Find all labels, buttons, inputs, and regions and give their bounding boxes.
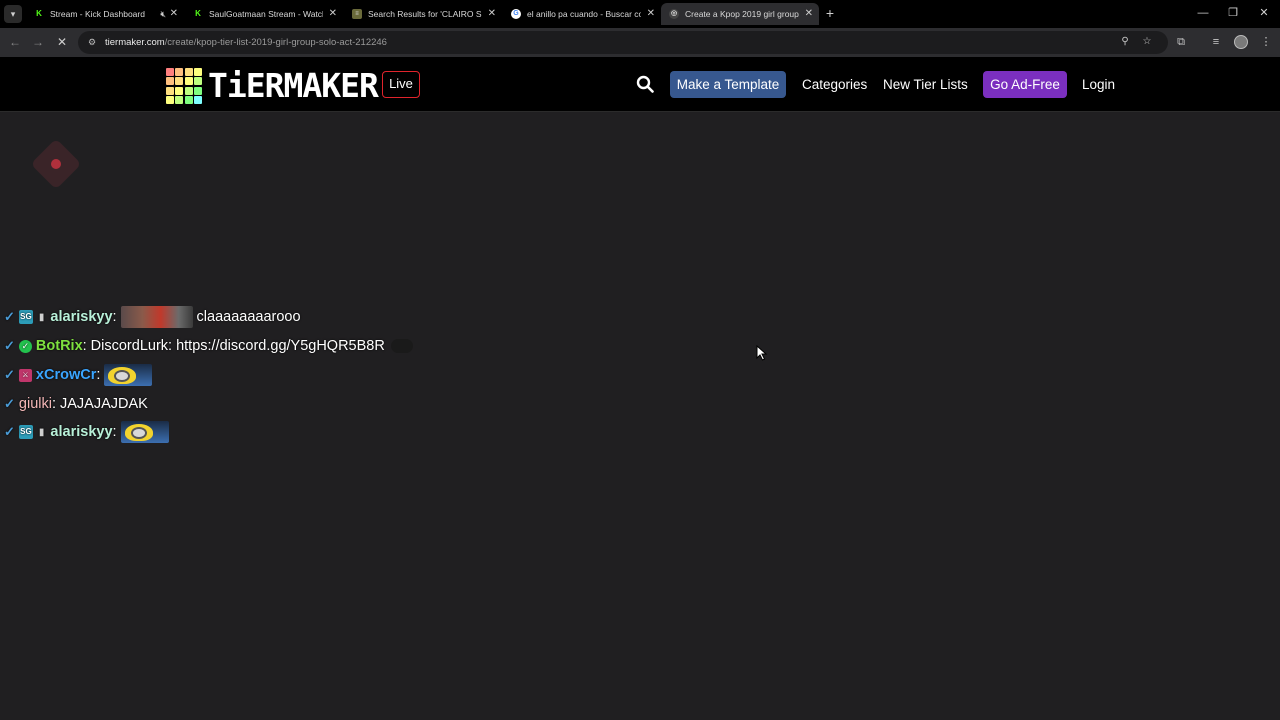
new-tier-lists-link[interactable]: New Tier Lists (883, 71, 968, 98)
username-colon: : (96, 367, 101, 383)
close-tab-icon[interactable]: ✕ (488, 3, 496, 25)
extensions-icon[interactable]: ⧉ (1173, 34, 1189, 50)
kick-icon: K (34, 9, 44, 19)
google-icon: G (511, 9, 521, 19)
chat-text: claaaaaaaarooo (196, 309, 301, 325)
forward-icon[interactable]: → (30, 34, 46, 50)
chat-text: DiscordLurk: https://discord.gg/Y5gHQR5B… (90, 338, 385, 354)
browser-menu-icon[interactable]: ⋮ (1258, 34, 1274, 50)
chat-username: alariskyy (50, 424, 113, 440)
chat-message: ✓ SG ▮ alariskyy : claaaaaaaarooo (4, 306, 301, 328)
new-tab-button[interactable]: + (822, 4, 838, 22)
minimize-icon[interactable]: — (1193, 4, 1213, 22)
url-host: tiermaker.com (105, 37, 165, 48)
chat-username: xCrowCr (35, 367, 97, 383)
tab-title: Create a Kpop 2019 girl group/... (685, 9, 799, 19)
tier-badge-icon: ▮ (38, 426, 45, 438)
stop-loading-icon[interactable]: ✕ (54, 34, 70, 50)
pin-badge-icon: ✓ (4, 424, 15, 439)
login-link[interactable]: Login (1082, 71, 1115, 98)
close-window-icon[interactable]: ✕ (1254, 4, 1274, 22)
categories-link[interactable]: Categories (802, 71, 867, 98)
chat-username: alariskyy (50, 309, 113, 325)
username-colon: : (112, 424, 117, 440)
tab-title: Search Results for 'CLAIRO SO... (368, 9, 482, 19)
browser-tab[interactable]: ≡ Search Results for 'CLAIRO SO... ✕ (344, 3, 502, 25)
bookmark-star-icon[interactable]: ☆ (1140, 35, 1154, 49)
small-emote-icon (390, 339, 413, 353)
pin-badge-icon: ✓ (4, 396, 15, 411)
mouse-cursor-icon (756, 345, 768, 361)
address-bar[interactable]: ⚙ tiermaker.com/create/kpop-tier-list-20… (78, 31, 1168, 54)
back-icon[interactable]: ← (7, 34, 23, 50)
moderator-badge-icon: ⚔ (18, 368, 32, 382)
document-icon: ≡ (352, 9, 362, 19)
tab-title: Stream - Kick Dashboard (50, 9, 145, 19)
tab-title: el anillo pa cuando - Buscar co... (527, 9, 641, 19)
close-tab-icon[interactable]: ✕ (647, 3, 655, 25)
muted-audio-icon[interactable]: 🔇︎ (160, 3, 166, 25)
restore-icon[interactable]: ❐ (1223, 4, 1243, 22)
browser-tab-active[interactable]: ◎ Create a Kpop 2019 girl group/... ✕ (661, 3, 819, 25)
browser-tab[interactable]: K SaulGoatmaan Stream - Watch ✕ (185, 3, 343, 25)
browser-tab-strip: ▾ K Stream - Kick Dashboard 🔇︎ ✕ K SaulG… (0, 0, 1280, 28)
chat-username: BotRix (35, 338, 83, 354)
browser-tab[interactable]: K Stream - Kick Dashboard 🔇︎ ✕ (26, 3, 184, 25)
zoom-icon[interactable]: ⚲ (1118, 35, 1132, 49)
photo-emote-icon (120, 306, 193, 328)
pin-badge-icon: ✓ (4, 338, 15, 353)
username-colon: : (112, 309, 117, 325)
browser-tab[interactable]: G el anillo pa cuando - Buscar co... ✕ (503, 3, 661, 25)
tab-title: SaulGoatmaan Stream - Watch (209, 9, 323, 19)
pin-badge-icon: ✓ (4, 367, 15, 382)
chat-message: ✓ ⚔ xCrowCr : (4, 364, 156, 386)
chat-username: giulki (18, 396, 52, 412)
go-ad-free-button[interactable]: Go Ad-Free (983, 71, 1067, 98)
site-header: TiERMAKER Live Make a Template Categorie… (0, 57, 1280, 112)
make-template-button[interactable]: Make a Template (670, 71, 786, 98)
close-tab-icon[interactable]: ✕ (805, 3, 813, 25)
profile-avatar[interactable] (1234, 35, 1248, 49)
subscriber-badge-icon: SG (18, 310, 33, 324)
tiermaker-logo-icon[interactable] (166, 68, 202, 104)
url-path: /create/kpop-tier-list-2019-girl-group-s… (164, 37, 387, 48)
minion-emote-icon (120, 421, 169, 443)
site-info-icon[interactable]: ⚙ (86, 36, 98, 48)
url-text[interactable]: tiermaker.com/create/kpop-tier-list-2019… (105, 31, 387, 54)
minion-emote-icon (104, 364, 153, 386)
subscriber-badge-icon: SG (18, 425, 33, 439)
tab-search-button[interactable]: ▾ (4, 5, 22, 23)
username-colon: : (51, 396, 56, 412)
tiermaker-logo-text[interactable]: TiERMAKER (208, 66, 379, 106)
close-tab-icon[interactable]: ✕ (170, 3, 178, 25)
browser-toolbar: ← → ✕ ⚙ tiermaker.com/create/kpop-tier-l… (0, 28, 1280, 57)
pin-badge-icon: ✓ (4, 309, 15, 324)
close-tab-icon[interactable]: ✕ (329, 3, 337, 25)
chat-message: ✓ ✓ BotRix : DiscordLurk: https://discor… (4, 335, 417, 357)
page-content (0, 113, 1280, 720)
chat-message: ✓ giulki : JAJAJAJDAK (4, 393, 148, 415)
chat-message: ✓ SG ▮ alariskyy : (4, 421, 173, 443)
chat-text: JAJAJAJDAK (59, 396, 148, 412)
live-button[interactable]: Live (382, 71, 420, 98)
username-colon: : (82, 338, 87, 354)
tier-badge-icon: ▮ (38, 311, 45, 323)
verified-badge-icon: ✓ (18, 339, 32, 353)
kick-icon: K (193, 9, 203, 19)
tiermaker-icon: ◎ (669, 9, 679, 19)
media-controls-icon[interactable]: ≡ (1208, 34, 1224, 50)
search-icon[interactable] (636, 75, 654, 93)
